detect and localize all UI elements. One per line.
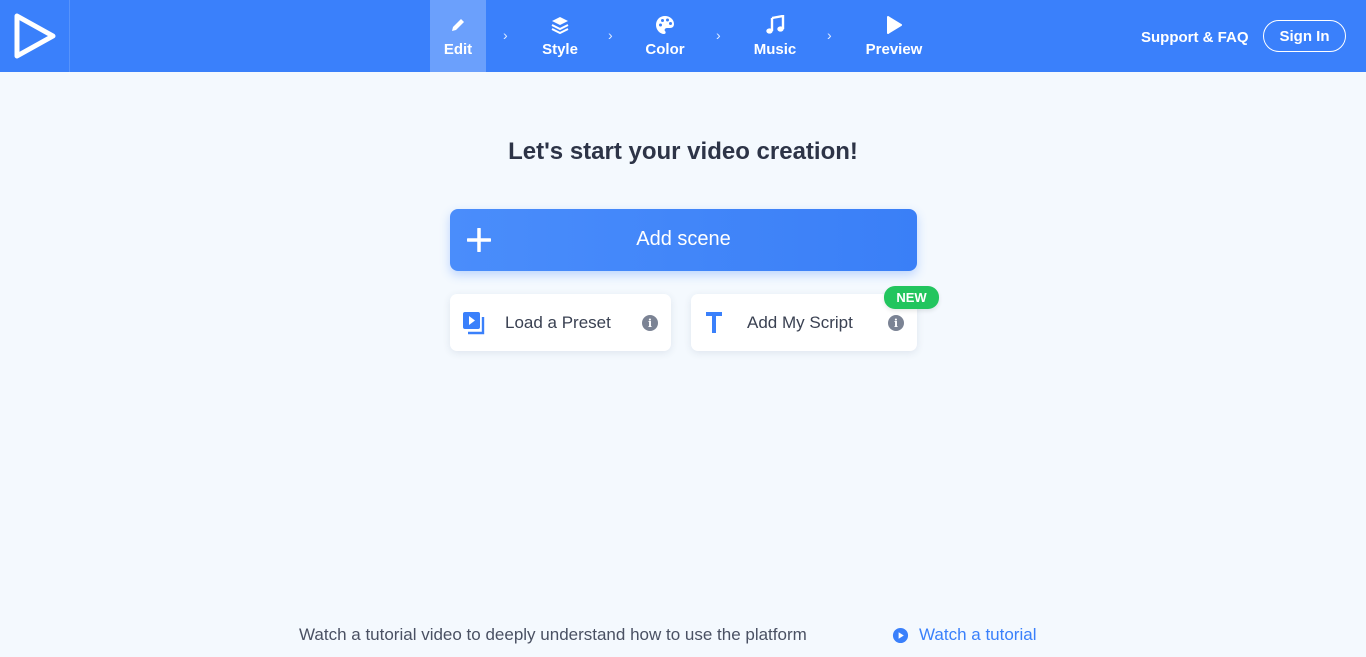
chevron-right-icon: ›: [503, 27, 508, 43]
step-edit-label: Edit: [443, 40, 473, 58]
text-t-icon: [706, 312, 722, 333]
layers-icon: [550, 15, 570, 35]
preset-video-icon: [463, 312, 485, 335]
chevron-right-icon: ›: [716, 27, 721, 43]
app-logo[interactable]: [0, 0, 70, 72]
load-preset-label: Load a Preset: [505, 313, 611, 332]
add-my-script-button[interactable]: Add My Script i: [691, 294, 917, 351]
watch-tutorial-label: Watch a tutorial: [919, 625, 1037, 644]
step-edit[interactable]: Edit: [430, 0, 486, 72]
step-preview[interactable]: Preview: [860, 0, 928, 72]
info-icon[interactable]: i: [642, 315, 658, 331]
step-music[interactable]: Music: [750, 0, 800, 72]
add-scene-button[interactable]: Add scene: [450, 209, 917, 271]
chevron-right-icon: ›: [827, 27, 832, 43]
step-style[interactable]: Style: [534, 0, 586, 72]
step-color-label: Color: [645, 40, 685, 58]
new-badge: NEW: [884, 286, 939, 309]
pencil-icon: [448, 15, 468, 35]
music-note-icon: [765, 14, 785, 35]
chevron-right-icon: ›: [608, 27, 613, 43]
sign-in-button[interactable]: Sign In: [1263, 20, 1346, 52]
step-preview-label: Preview: [865, 40, 923, 58]
tutorial-description: Watch a tutorial video to deeply underst…: [299, 625, 807, 644]
play-icon: [884, 15, 904, 35]
support-faq-link[interactable]: Support & FAQ: [1141, 29, 1249, 46]
step-music-label: Music: [753, 40, 797, 58]
play-triangle-logo-icon: [14, 13, 55, 59]
load-preset-button[interactable]: Load a Preset i: [450, 294, 671, 351]
add-scene-label: Add scene: [636, 228, 731, 250]
play-circle-icon: [892, 627, 909, 643]
top-navigation-bar: Edit › Style › Color › Music › Preview S…: [0, 0, 1366, 72]
step-color[interactable]: Color: [640, 0, 690, 72]
add-my-script-label: Add My Script: [747, 313, 853, 332]
info-icon[interactable]: i: [888, 315, 904, 331]
step-style-label: Style: [542, 40, 578, 58]
palette-icon: [655, 15, 675, 35]
page-title: Let's start your video creation!: [508, 138, 858, 165]
watch-tutorial-link[interactable]: Watch a tutorial: [892, 625, 1036, 645]
